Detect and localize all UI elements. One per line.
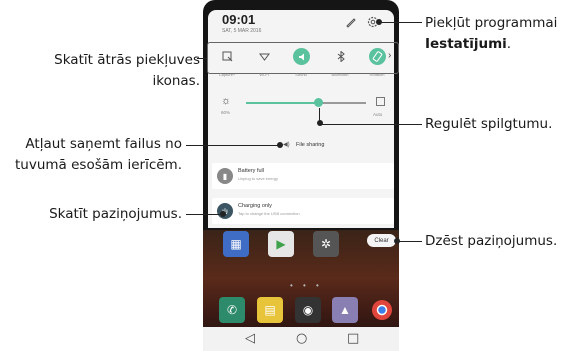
rotation-icon[interactable]: [369, 48, 386, 65]
notification-charging[interactable]: ψ Charging only Tap to change the USB co…: [212, 198, 394, 224]
notification-subtitle: Tap to change the USB connection: [238, 211, 300, 216]
callout-line-brightness: [320, 124, 422, 125]
notification-battery[interactable]: ▮ Battery full Unplug to save energy: [212, 163, 394, 189]
sound-icon[interactable]: [293, 48, 310, 65]
callout-quick-access: Skatīt ātrās piekļuves ikonas.: [10, 50, 200, 92]
callout-quick-access-line2: ikonas.: [152, 73, 200, 89]
app-icon[interactable]: ▦: [223, 231, 249, 257]
file-sharing-label[interactable]: File sharing: [296, 142, 324, 148]
callout-line-quick-access: [197, 58, 207, 59]
callout-vline-brightness: [319, 108, 320, 124]
wifi-icon[interactable]: [256, 48, 273, 65]
status-time: 09:01: [222, 12, 256, 27]
callout-brightness: Regulēt spilgtumu.: [425, 116, 553, 132]
callout-settings-text: Piekļūt programmai: [425, 15, 558, 31]
qs-label-sound: Sound: [295, 72, 307, 77]
callout-file-sharing: Atļaut saņemt failus no tuvumā esošām ie…: [0, 134, 182, 176]
notification-title: Charging only: [238, 203, 272, 209]
camera-app-icon[interactable]: ◉: [295, 297, 321, 323]
callout-line-file-sharing: [186, 145, 279, 146]
play-store-icon[interactable]: ▶: [268, 231, 294, 257]
back-icon[interactable]: ◁: [245, 331, 255, 346]
brightness-icon: ☼: [221, 95, 232, 107]
callout-notifications: Skatīt paziņojumus.: [49, 206, 182, 222]
callout-line-clear: [398, 241, 422, 242]
recents-icon[interactable]: □: [347, 331, 359, 346]
callout-dot-file-sharing: [277, 142, 283, 148]
callout-file-sharing-line2: tuvumā esošām ierīcēm.: [15, 157, 182, 173]
auto-brightness-checkbox[interactable]: [376, 97, 385, 106]
edit-icon[interactable]: [345, 16, 357, 28]
settings-app-icon[interactable]: ✲: [313, 231, 339, 257]
auto-label: Auto: [373, 112, 383, 117]
bluetooth-icon[interactable]: [332, 48, 349, 65]
callout-settings-bold: Iestatījumi: [425, 36, 507, 52]
capture-icon[interactable]: [219, 48, 236, 65]
gallery-app-icon[interactable]: ▲: [332, 297, 358, 323]
callout-file-sharing-line1: Atļaut saņemt failus no: [25, 136, 182, 152]
browser-app-icon[interactable]: [369, 297, 395, 323]
home-icon[interactable]: ○: [296, 331, 307, 346]
battery-icon: ▮: [217, 168, 233, 184]
file-sharing-icon[interactable]: ◀): [283, 141, 290, 148]
callout-settings: Piekļūt programmai Iestatījumi.: [425, 13, 557, 55]
notification-subtitle: Unplug to save energy: [238, 176, 279, 181]
chevron-right-icon[interactable]: ›: [388, 50, 391, 61]
brightness-percent: 60%: [221, 110, 231, 115]
status-date: SAT, 5 MAR 2016: [222, 28, 262, 34]
brightness-slider-fill: [246, 102, 318, 104]
clear-button[interactable]: Clear: [367, 234, 396, 247]
callout-line-notifications: [186, 214, 222, 215]
callout-settings-period: .: [506, 36, 512, 52]
phone-app-icon[interactable]: ✆: [219, 297, 245, 323]
callout-clear: Dzēst paziņojumus.: [425, 233, 558, 249]
messages-app-icon[interactable]: ▤: [257, 297, 283, 323]
qs-label-capture: Capture+: [218, 72, 236, 77]
callout-line-settings: [380, 22, 422, 23]
notification-title: Battery full: [238, 168, 264, 174]
qs-label-wifi: Wi-Fi: [259, 72, 269, 77]
callout-dot-notifications: [220, 211, 226, 217]
qs-label-bluetooth: Bluetooth: [331, 72, 349, 77]
qs-label-rotation: Rotation: [369, 72, 385, 77]
brightness-slider-knob[interactable]: [313, 98, 323, 107]
callout-dot-brightness: [317, 120, 323, 126]
callout-quick-access-line1: Skatīt ātrās piekļuves: [54, 52, 200, 68]
page-indicator: • • •: [290, 281, 323, 290]
